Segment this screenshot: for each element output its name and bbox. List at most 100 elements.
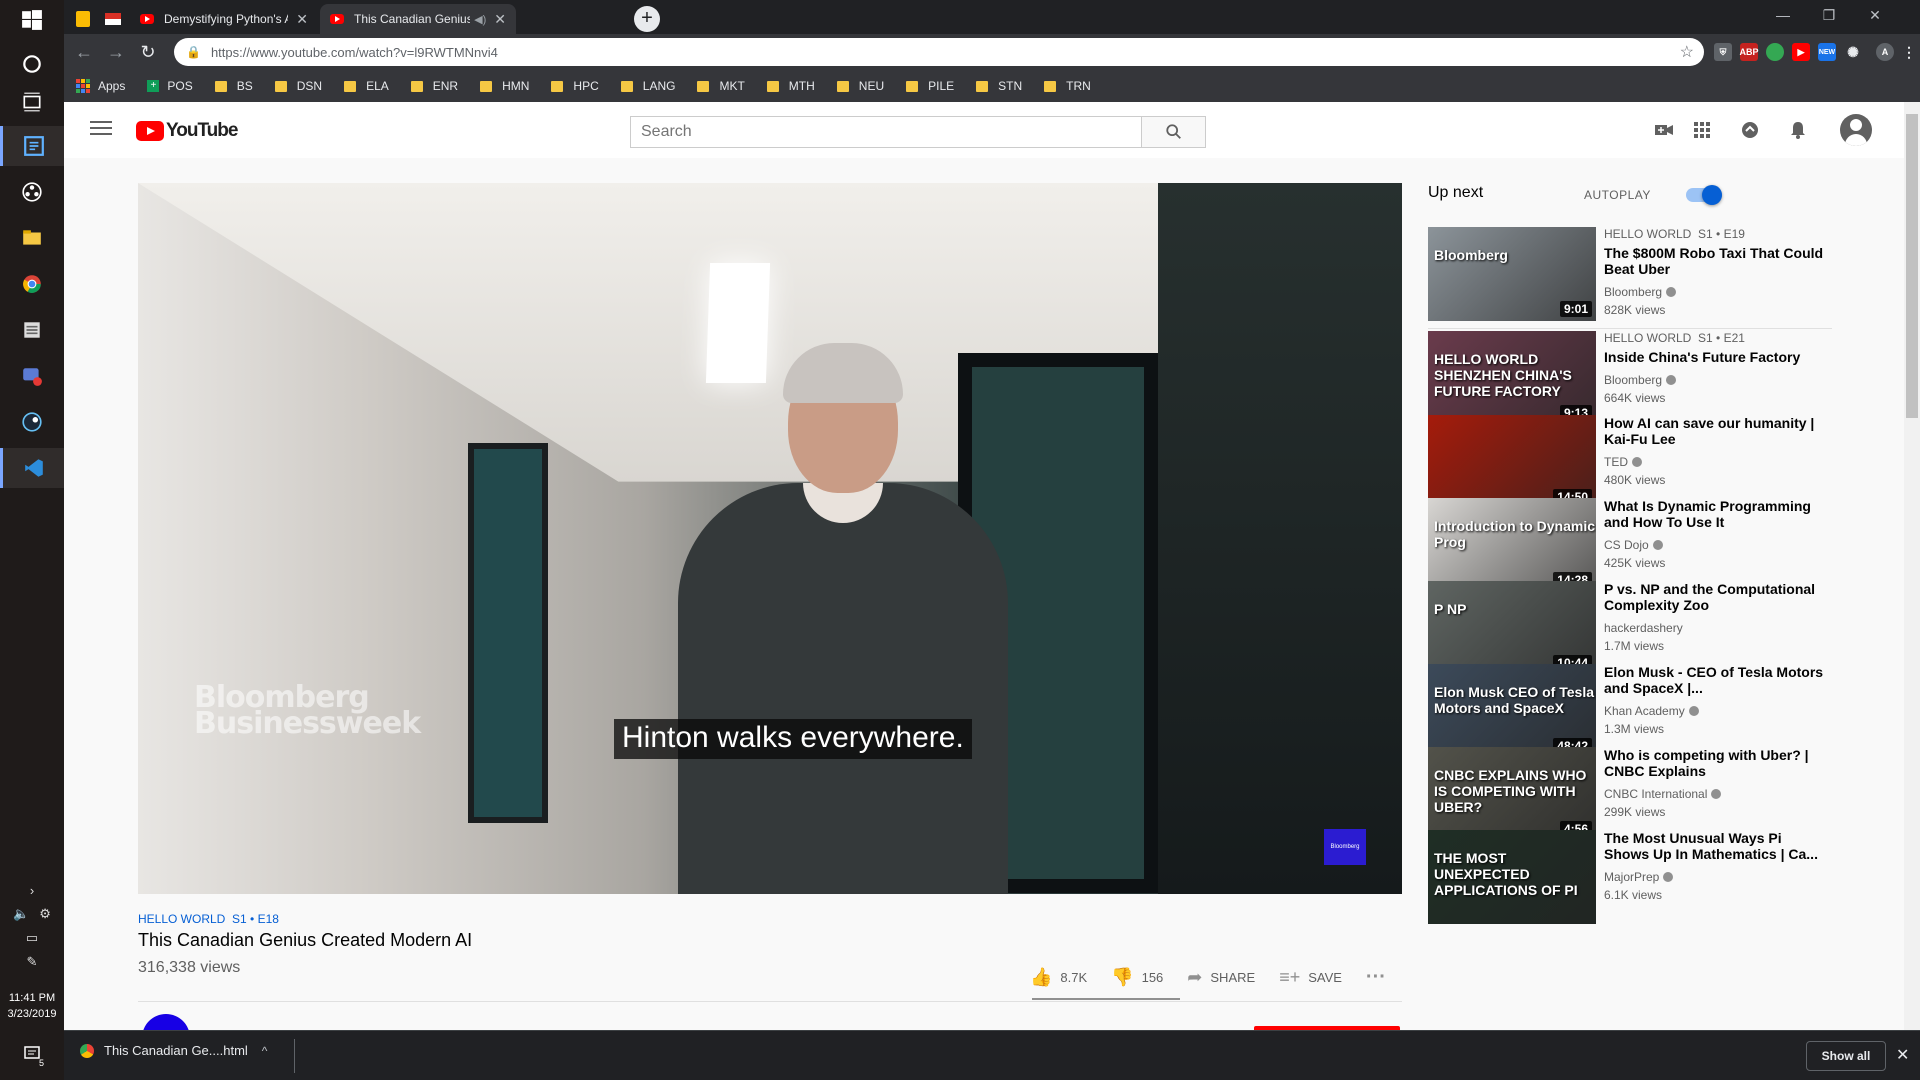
remote-desktop-icon[interactable] bbox=[12, 356, 52, 396]
bookmark-folder-stn[interactable]: STN bbox=[976, 79, 1022, 93]
display-icon[interactable]: ▭ bbox=[26, 930, 38, 946]
video-series-link[interactable]: HELLO WORLD S1 • E18 bbox=[138, 912, 279, 926]
bookmark-apps[interactable]: Apps bbox=[76, 79, 125, 93]
channel-name[interactable]: CS Dojo bbox=[1604, 536, 1828, 554]
video-title[interactable]: What Is Dynamic Programming and How To U… bbox=[1604, 498, 1828, 530]
reload-button[interactable]: ↻ bbox=[136, 40, 160, 64]
tab-async-python[interactable]: Demystifying Python's Async and ✕ bbox=[130, 4, 318, 34]
pinned-tab-keep-icon[interactable] bbox=[68, 6, 98, 32]
up-next-item[interactable]: P NP 10:44 P vs. NP and the Computational … bbox=[1428, 581, 1828, 677]
channel-name[interactable]: CNBC International bbox=[1604, 785, 1828, 803]
extension-abp-icon[interactable]: ABP bbox=[1740, 43, 1759, 61]
up-next-item[interactable]: Elon Musk CEO of Tesla Motors and SpaceX… bbox=[1428, 664, 1828, 760]
video-thumbnail[interactable]: Bloomberg 9:01 bbox=[1428, 227, 1596, 321]
video-thumbnail[interactable]: P NP 10:44 bbox=[1428, 581, 1596, 675]
notes-app-icon[interactable] bbox=[12, 310, 52, 350]
network-icon[interactable]: ⚙ bbox=[39, 906, 51, 922]
autoplay-toggle[interactable] bbox=[1686, 185, 1722, 205]
audio-playing-icon[interactable]: ◀) bbox=[474, 13, 486, 26]
bookmark-folder-trn[interactable]: TRN bbox=[1044, 79, 1091, 93]
lock-icon[interactable]: 🔒 bbox=[186, 45, 201, 59]
bookmark-star-icon[interactable]: ☆ bbox=[1680, 42, 1694, 62]
minimize-button[interactable]: — bbox=[1760, 0, 1806, 30]
close-downloads-icon[interactable]: ✕ bbox=[1896, 1045, 1909, 1065]
tab-canadian-genius[interactable]: This Canadian Genius Create ◀) ✕ bbox=[320, 4, 516, 34]
bookmark-folder-lang[interactable]: LANG bbox=[620, 79, 675, 93]
video-thumbnail[interactable]: CNBC EXPLAINS WHO IS COMPETING WITH UBER… bbox=[1428, 747, 1596, 841]
action-center-icon[interactable]: 5 bbox=[16, 1038, 48, 1070]
video-title[interactable]: Inside China's Future Factory bbox=[1604, 349, 1828, 365]
extension-new-icon[interactable]: NEW bbox=[1818, 43, 1836, 61]
create-video-icon[interactable] bbox=[1652, 118, 1676, 142]
save-button[interactable]: ≡+ SAVE bbox=[1279, 967, 1342, 988]
tab-close-icon[interactable]: ✕ bbox=[494, 11, 506, 28]
bookmark-folder-pile[interactable]: PILE bbox=[906, 79, 954, 93]
video-title[interactable]: The Most Unusual Ways Pi Shows Up In Mat… bbox=[1604, 830, 1828, 862]
up-next-item[interactable]: CNBC EXPLAINS WHO IS COMPETING WITH UBER… bbox=[1428, 747, 1828, 843]
task-view-icon[interactable] bbox=[12, 82, 52, 122]
chevron-up-icon[interactable]: ^ bbox=[262, 1044, 268, 1058]
up-next-item[interactable]: THE MOST UNEXPECTED APPLICATIONS OF PI Th… bbox=[1428, 830, 1828, 926]
scrollbar-thumb[interactable] bbox=[1906, 114, 1918, 418]
up-next-item[interactable]: 14:50 How AI can save our humanity | Kai-… bbox=[1428, 415, 1828, 511]
account-avatar[interactable] bbox=[1840, 114, 1872, 146]
channel-name[interactable]: TED bbox=[1604, 453, 1828, 471]
bookmark-folder-hpc[interactable]: HPC bbox=[551, 79, 599, 93]
video-title[interactable]: Elon Musk - CEO of Tesla Motors and Spac… bbox=[1604, 664, 1828, 696]
chrome-menu-icon[interactable]: ⋮ bbox=[1900, 43, 1918, 61]
video-thumbnail[interactable]: 14:50 bbox=[1428, 415, 1596, 509]
bookmark-folder-bs[interactable]: BS bbox=[214, 79, 253, 93]
terminal-app-icon[interactable] bbox=[0, 126, 64, 166]
channel-name[interactable]: Bloomberg bbox=[1604, 283, 1828, 301]
video-title[interactable]: Who is competing with Uber? | CNBC Expla… bbox=[1604, 747, 1828, 779]
channel-name[interactable]: MajorPrep bbox=[1604, 868, 1828, 886]
show-all-downloads-button[interactable]: Show all bbox=[1806, 1041, 1886, 1071]
video-title[interactable]: How AI can save our humanity | Kai-Fu Le… bbox=[1604, 415, 1828, 447]
taskbar-clock[interactable]: 11:41 PM 3/23/2019 bbox=[0, 990, 64, 1022]
notifications-bell-icon[interactable] bbox=[1786, 118, 1810, 142]
tray-expand-icon[interactable]: › bbox=[0, 878, 64, 902]
channel-name[interactable]: hackerdashery bbox=[1604, 619, 1828, 637]
hamburger-menu-icon[interactable] bbox=[90, 118, 112, 140]
cortana-icon[interactable] bbox=[12, 44, 52, 84]
up-next-item[interactable]: Introduction to Dynamic Prog 14:28 What Is… bbox=[1428, 498, 1828, 594]
tab-close-icon[interactable]: ✕ bbox=[296, 11, 308, 28]
extension-youtube-icon[interactable]: ▶ bbox=[1792, 43, 1810, 61]
back-button[interactable]: ← bbox=[72, 40, 96, 64]
bookmark-folder-mth[interactable]: MTH bbox=[766, 79, 815, 93]
bookmark-folder-dsn[interactable]: DSN bbox=[274, 79, 322, 93]
extension-shield-icon[interactable]: ⛨ bbox=[1714, 43, 1732, 61]
share-button[interactable]: ➦ SHARE bbox=[1187, 967, 1255, 988]
address-bar[interactable]: 🔒 https://www.youtube.com/watch?v=l9RWTM… bbox=[174, 38, 1704, 66]
steam-icon[interactable] bbox=[12, 402, 52, 442]
pen-icon[interactable]: ✎ bbox=[27, 954, 38, 970]
chrome-icon[interactable] bbox=[12, 264, 52, 304]
youtube-logo[interactable]: YouTube bbox=[136, 120, 238, 142]
channel-name[interactable]: Bloomberg bbox=[1604, 371, 1828, 389]
messages-icon[interactable] bbox=[1738, 118, 1762, 142]
video-thumbnail[interactable]: Elon Musk CEO of Tesla Motors and SpaceX… bbox=[1428, 664, 1596, 758]
video-thumbnail[interactable]: Introduction to Dynamic Prog 14:28 bbox=[1428, 498, 1596, 592]
forward-button[interactable]: → bbox=[104, 40, 128, 64]
search-input[interactable] bbox=[631, 117, 1141, 147]
bookmark-folder-ela[interactable]: ELA bbox=[344, 79, 389, 93]
up-next-item[interactable]: Bloomberg 9:01 HELLO WORLD S1 • E19 The $80… bbox=[1428, 227, 1828, 323]
dislike-button[interactable]: 👎 156 bbox=[1111, 967, 1163, 988]
bookmark-pos[interactable]: + POS bbox=[147, 79, 193, 93]
search-button[interactable] bbox=[1141, 117, 1205, 147]
pinned-tab-gmail-icon[interactable] bbox=[98, 6, 128, 32]
windows-start-icon[interactable] bbox=[12, 0, 52, 40]
extension-green-icon[interactable] bbox=[1766, 43, 1784, 61]
bookmark-folder-enr[interactable]: ENR bbox=[410, 79, 458, 93]
apps-grid-icon[interactable] bbox=[1690, 118, 1714, 142]
file-explorer-icon[interactable] bbox=[12, 218, 52, 258]
extension-gear-icon[interactable]: ✺ bbox=[1844, 43, 1862, 61]
video-thumbnail[interactable]: HELLO WORLD SHENZHEN CHINA'S FUTURE FACT… bbox=[1428, 331, 1596, 425]
restore-button[interactable]: ❐ bbox=[1806, 0, 1852, 30]
new-tab-button[interactable]: + bbox=[634, 6, 660, 32]
more-actions-button[interactable]: ··· bbox=[1366, 966, 1394, 989]
channel-avatar[interactable] bbox=[142, 1014, 190, 1030]
bookmark-folder-neu[interactable]: NEU bbox=[836, 79, 884, 93]
close-window-button[interactable]: ✕ bbox=[1852, 0, 1898, 30]
profile-avatar-icon[interactable]: A bbox=[1876, 43, 1894, 61]
